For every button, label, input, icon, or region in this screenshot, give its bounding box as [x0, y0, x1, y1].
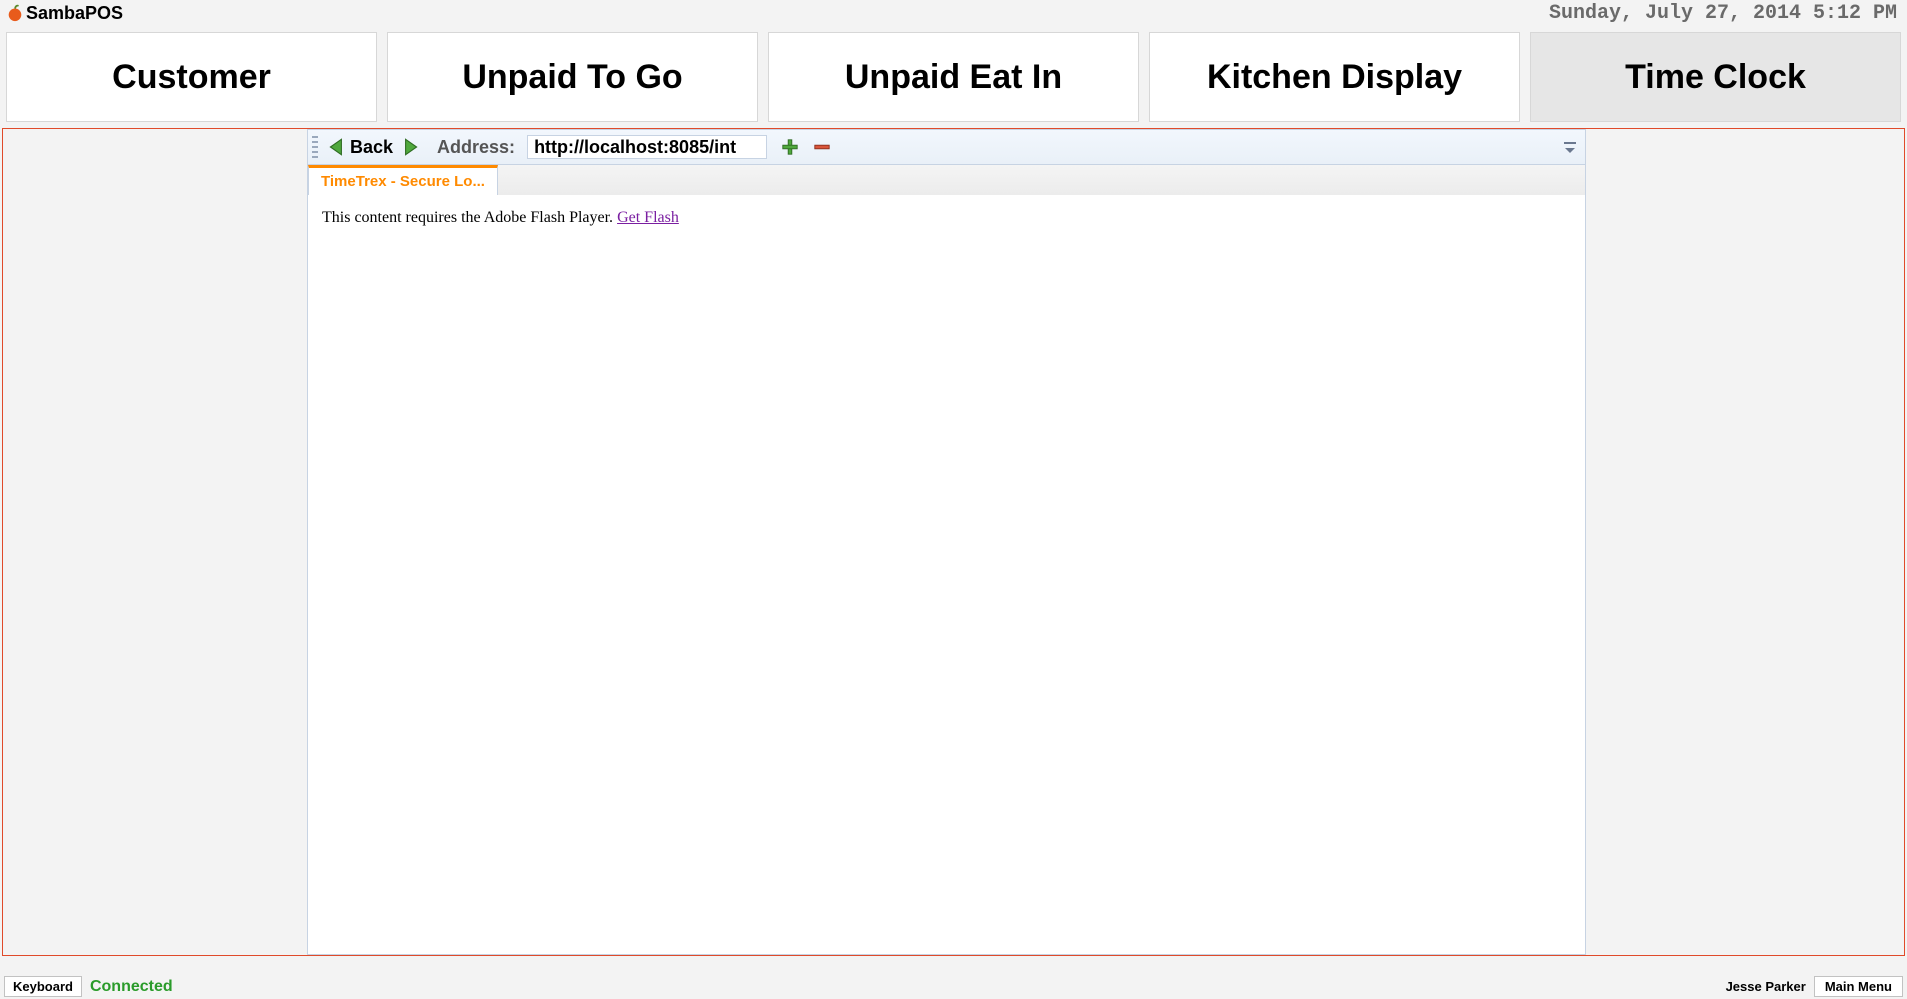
tab-kitchen-display[interactable]: Kitchen Display [1149, 32, 1520, 122]
content-left-pad [3, 129, 307, 955]
keyboard-label: Keyboard [13, 979, 73, 994]
main-menu-label: Main Menu [1825, 979, 1892, 994]
browser-toolbar: Back Address: http://localhost:8085/int [307, 129, 1586, 165]
main-menu-button[interactable]: Main Menu [1814, 976, 1903, 997]
browser-content: This content requires the Adobe Flash Pl… [307, 195, 1586, 955]
content-text: This content requires the Adobe Flash Pl… [322, 209, 617, 226]
tab-label: Unpaid To Go [462, 58, 682, 97]
arrow-left-icon [326, 136, 348, 158]
keyboard-button[interactable]: Keyboard [4, 976, 82, 997]
footer-right: Jesse Parker Main Menu [1718, 974, 1907, 999]
app-name: SambaPOS [26, 3, 123, 24]
embedded-browser: Back Address: http://localhost:8085/int [307, 129, 1586, 955]
browser-tab-strip: TimeTrex - Secure Lo... [307, 165, 1586, 195]
toolbar-menu-icon[interactable] [1563, 140, 1577, 154]
tab-unpaid-to-go[interactable]: Unpaid To Go [387, 32, 758, 122]
tab-label: Time Clock [1625, 58, 1806, 97]
nav-tabs: Customer Unpaid To Go Unpaid Eat In Kitc… [0, 26, 1907, 128]
footer-left: Keyboard Connected [0, 974, 173, 999]
content-right-pad [1586, 129, 1904, 955]
app-logo: SambaPOS [6, 3, 123, 24]
address-input[interactable]: http://localhost:8085/int [527, 135, 767, 159]
back-button[interactable]: Back [326, 136, 393, 158]
content-area: Back Address: http://localhost:8085/int [2, 128, 1905, 956]
tab-unpaid-eat-in[interactable]: Unpaid Eat In [768, 32, 1139, 122]
tab-label: Customer [112, 58, 271, 97]
sambapos-icon [6, 4, 24, 22]
back-label: Back [350, 137, 393, 158]
forward-button[interactable] [399, 136, 421, 158]
toolbar-grip-icon [312, 136, 318, 158]
datetime: Sunday, July 27, 2014 5:12 PM [1549, 2, 1901, 25]
address-label: Address: [437, 137, 515, 158]
browser-tab-title: TimeTrex - Secure Lo... [321, 173, 485, 190]
browser-tab[interactable]: TimeTrex - Secure Lo... [308, 165, 498, 195]
remove-button[interactable] [813, 138, 831, 156]
tab-label: Unpaid Eat In [845, 58, 1062, 97]
address-value: http://localhost:8085/int [534, 137, 736, 157]
connection-status: Connected [86, 974, 173, 999]
get-flash-link[interactable]: Get Flash [617, 209, 679, 226]
user-name: Jesse Parker [1718, 974, 1814, 999]
tab-time-clock[interactable]: Time Clock [1530, 32, 1901, 122]
tab-label: Kitchen Display [1207, 58, 1462, 97]
tab-customer[interactable]: Customer [6, 32, 377, 122]
add-button[interactable] [781, 138, 799, 156]
footer: Keyboard Connected Jesse Parker Main Men… [0, 974, 1907, 999]
header-strip: SambaPOS Sunday, July 27, 2014 5:12 PM [0, 0, 1907, 26]
